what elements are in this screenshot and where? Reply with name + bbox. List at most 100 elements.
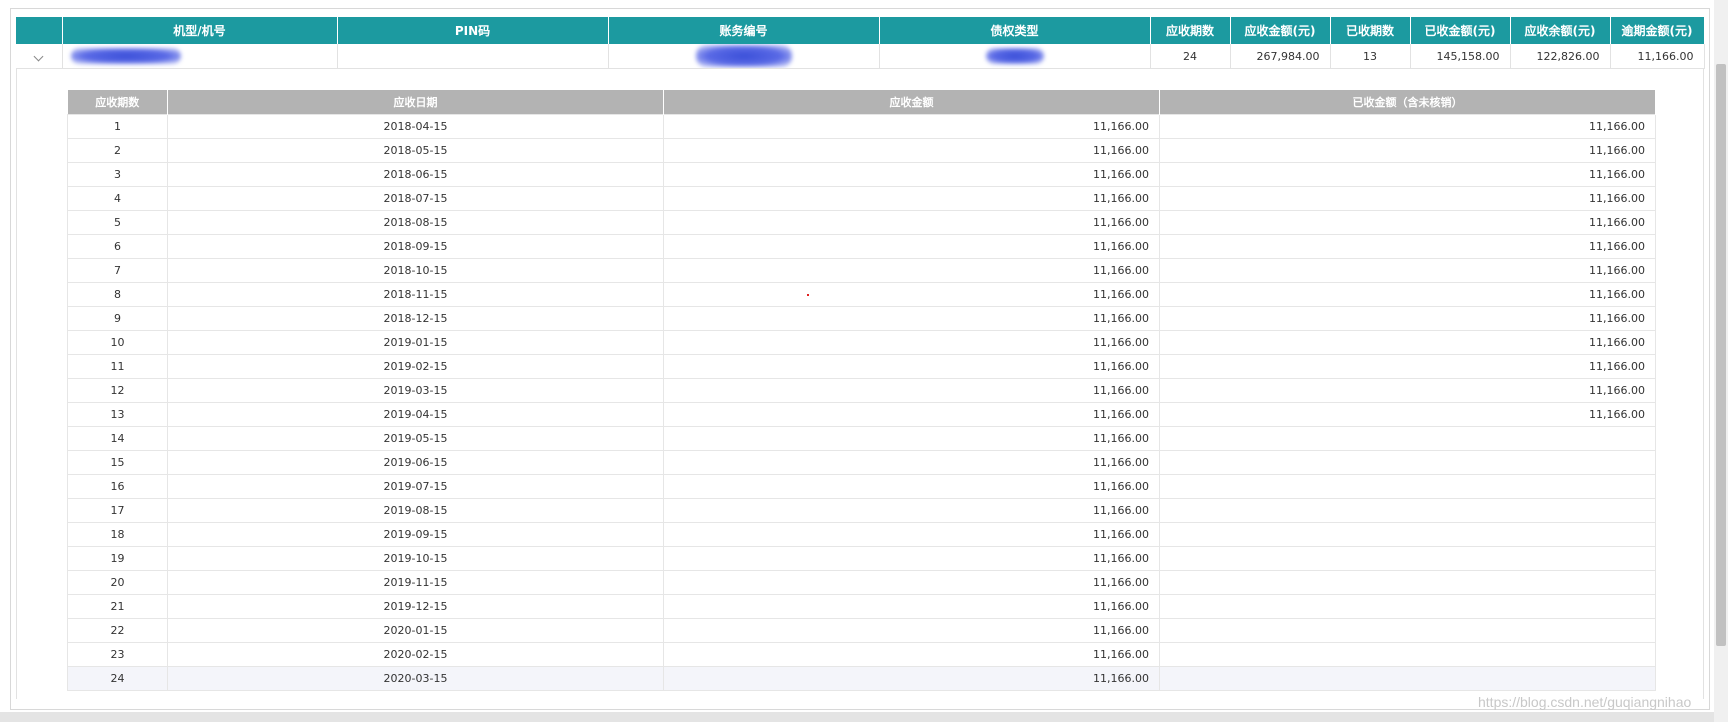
- col-header-receivable-amount[interactable]: 应收金额(元): [1230, 17, 1331, 44]
- table-row[interactable]: 4 2018-07-15 11,166.00 11,166.00: [67, 186, 1656, 211]
- cell-received: 11,166.00: [1159, 354, 1656, 379]
- table-row[interactable]: 14 2019-05-15 11,166.00: [67, 426, 1656, 451]
- cell-amount: 11,166.00: [663, 330, 1160, 355]
- cell-amount: 11,166.00: [663, 618, 1160, 643]
- cell-amount: 11,166.00: [663, 498, 1160, 523]
- col-header-claim-type[interactable]: 债权类型: [879, 17, 1151, 44]
- cell-amount: 11,166.00: [663, 450, 1160, 475]
- cell-received: [1159, 426, 1656, 451]
- cell-received: 11,166.00: [1159, 258, 1656, 283]
- summary-row[interactable]: 24 267,984.00 13 145,158.00 122,826.00 1…: [16, 44, 1705, 69]
- cell-amount: 11,166.00: [663, 642, 1160, 667]
- col-header-received[interactable]: 已收金额（含未核销）: [1159, 90, 1656, 115]
- cell-received: [1159, 522, 1656, 547]
- cell-amount: 11,166.00: [663, 354, 1160, 379]
- cell-receivable-balance: 122,826.00: [1510, 44, 1611, 69]
- table-row[interactable]: 11 2019-02-15 11,166.00 11,166.00: [67, 354, 1656, 379]
- cell-amount: 11,166.00: [663, 306, 1160, 331]
- col-header-received-amount[interactable]: 已收金额(元): [1410, 17, 1511, 44]
- cell-date: 2019-12-15: [167, 594, 664, 619]
- cell-amount: 11,166.00: [663, 426, 1160, 451]
- cell-period: 13: [67, 402, 168, 427]
- cell-received: 11,166.00: [1159, 186, 1656, 211]
- col-header-overdue-amount[interactable]: 逾期金额(元): [1610, 17, 1705, 44]
- expanded-detail-panel: 应收期数 应收日期 应收金额 已收金额（含未核销） 1 2018-04-15 11,…: [16, 69, 1704, 699]
- cell-date: 2018-05-15: [167, 138, 664, 163]
- cell-date: 2019-07-15: [167, 474, 664, 499]
- col-header-account-no[interactable]: 账务编号: [608, 17, 880, 44]
- scrollbar-thumb[interactable]: [1716, 64, 1726, 646]
- table-row[interactable]: 12 2019-03-15 11,166.00 11,166.00: [67, 378, 1656, 403]
- cell-date: 2018-09-15: [167, 234, 664, 259]
- cell-overdue-amount: 11,166.00: [1610, 44, 1705, 69]
- redacted-blur: [985, 48, 1044, 64]
- col-header-receivable-balance[interactable]: 应收余额(元): [1510, 17, 1611, 44]
- cell-period: 5: [67, 210, 168, 235]
- cell-period: 10: [67, 330, 168, 355]
- table-row[interactable]: 13 2019-04-15 11,166.00 11,166.00: [67, 402, 1656, 427]
- cell-received: 11,166.00: [1159, 330, 1656, 355]
- table-row[interactable]: 19 2019-10-15 11,166.00: [67, 546, 1656, 571]
- cell-received: [1159, 594, 1656, 619]
- expand-column-header: [16, 17, 63, 44]
- vertical-scrollbar[interactable]: [1714, 0, 1728, 722]
- cell-date: 2019-03-15: [167, 378, 664, 403]
- cell-date: 2019-05-15: [167, 426, 664, 451]
- cell-amount: 11,166.00: [663, 114, 1160, 139]
- cell-period: 7: [67, 258, 168, 283]
- table-row[interactable]: 10 2019-01-15 11,166.00 11,166.00: [67, 330, 1656, 355]
- table-row[interactable]: 22 2020-01-15 11,166.00: [67, 618, 1656, 643]
- table-row[interactable]: 23 2020-02-15 11,166.00: [67, 642, 1656, 667]
- cell-model-number: [62, 44, 338, 69]
- cell-period: 12: [67, 378, 168, 403]
- cell-date: 2019-06-15: [167, 450, 664, 475]
- col-header-received-periods[interactable]: 已收期数: [1330, 17, 1411, 44]
- table-row[interactable]: 16 2019-07-15 11,166.00: [67, 474, 1656, 499]
- table-row[interactable]: 5 2018-08-15 11,166.00 11,166.00: [67, 210, 1656, 235]
- cell-period: 23: [67, 642, 168, 667]
- installment-detail-table: 应收期数 应收日期 应收金额 已收金额（含未核销） 1 2018-04-15 11,…: [67, 90, 1656, 691]
- table-row[interactable]: 7 2018-10-15 11,166.00 11,166.00: [67, 258, 1656, 283]
- cell-amount: 11,166.00: [663, 210, 1160, 235]
- detail-body: 1 2018-04-15 11,166.00 11,166.00 2 2018-05-15…: [67, 114, 1656, 691]
- horizontal-scroll-track[interactable]: [0, 712, 1718, 722]
- table-row[interactable]: 3 2018-06-15 11,166.00 11,166.00: [67, 162, 1656, 187]
- cell-received: [1159, 546, 1656, 571]
- col-header-date[interactable]: 应收日期: [167, 90, 664, 115]
- col-header-receivable-periods[interactable]: 应收期数: [1150, 17, 1231, 44]
- expand-toggle[interactable]: [16, 44, 63, 69]
- cell-received: [1159, 642, 1656, 667]
- table-row[interactable]: 24 2020-03-15 11,166.00: [67, 666, 1656, 691]
- cell-date: 2019-08-15: [167, 498, 664, 523]
- cell-period: 19: [67, 546, 168, 571]
- cell-amount: 11,166.00: [663, 378, 1160, 403]
- table-row[interactable]: 6 2018-09-15 11,166.00 11,166.00: [67, 234, 1656, 259]
- cell-received-amount: 145,158.00: [1410, 44, 1511, 69]
- cell-received: 11,166.00: [1159, 162, 1656, 187]
- table-row[interactable]: 15 2019-06-15 11,166.00: [67, 450, 1656, 475]
- col-header-pin[interactable]: PIN码: [337, 17, 609, 44]
- cell-amount: 11,166.00: [663, 138, 1160, 163]
- table-row[interactable]: 2 2018-05-15 11,166.00 11,166.00: [67, 138, 1656, 163]
- table-row[interactable]: 18 2019-09-15 11,166.00: [67, 522, 1656, 547]
- col-header-period[interactable]: 应收期数: [67, 90, 168, 115]
- cell-received: 11,166.00: [1159, 282, 1656, 307]
- cell-period: 2: [67, 138, 168, 163]
- col-header-model[interactable]: 机型/机号: [62, 17, 338, 44]
- table-row[interactable]: 20 2019-11-15 11,166.00: [67, 570, 1656, 595]
- cell-date: 2019-10-15: [167, 546, 664, 571]
- cell-received: [1159, 498, 1656, 523]
- col-header-amount[interactable]: 应收金额: [663, 90, 1160, 115]
- summary-header-row: 机型/机号 PIN码 账务编号 债权类型 应收期数 应收金额(元) 已收期数 已…: [16, 17, 1705, 44]
- table-row[interactable]: 8 2018-11-15 11,166.00 11,166.00: [67, 282, 1656, 307]
- detail-header-row: 应收期数 应收日期 应收金额 已收金额（含未核销）: [67, 90, 1656, 115]
- chevron-down-icon[interactable]: [33, 51, 44, 61]
- table-row[interactable]: 21 2019-12-15 11,166.00: [67, 594, 1656, 619]
- cell-received: 11,166.00: [1159, 378, 1656, 403]
- cell-date: 2019-02-15: [167, 354, 664, 379]
- table-row[interactable]: 17 2019-08-15 11,166.00: [67, 498, 1656, 523]
- table-row[interactable]: 9 2018-12-15 11,166.00 11,166.00: [67, 306, 1656, 331]
- cell-received: [1159, 570, 1656, 595]
- cell-amount: 11,166.00: [663, 282, 1160, 307]
- table-row[interactable]: 1 2018-04-15 11,166.00 11,166.00: [67, 114, 1656, 139]
